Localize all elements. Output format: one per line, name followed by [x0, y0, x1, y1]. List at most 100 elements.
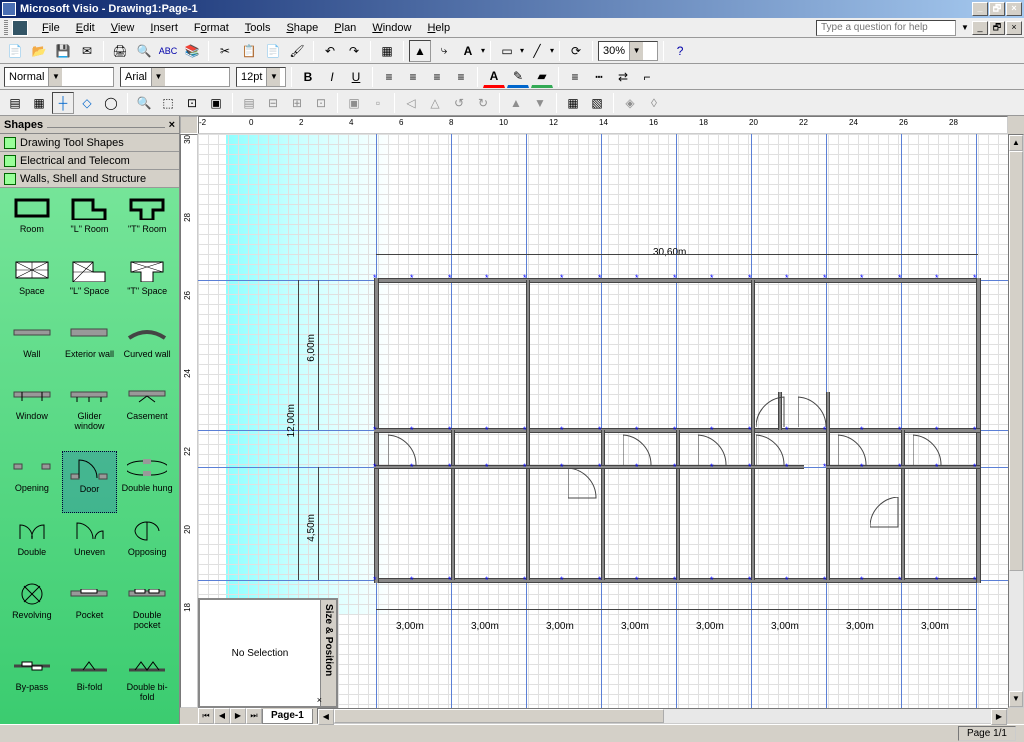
pointer-tool-button[interactable]: ▲ [409, 40, 431, 62]
shape-double-pocket[interactable]: Double pocket [119, 578, 175, 648]
misc1-button[interactable]: ◈ [619, 92, 641, 114]
ruler-button[interactable]: ▤ [4, 92, 26, 114]
shape-window[interactable]: Window [4, 379, 60, 449]
shape-by-pass[interactable]: By-pass [4, 650, 60, 720]
shape--t-space[interactable]: "T" Space [119, 254, 175, 314]
snap-button[interactable]: ⊡ [181, 92, 203, 114]
vscroll-thumb[interactable] [1009, 151, 1023, 571]
bold-button[interactable]: B [297, 66, 319, 88]
line-ends-button[interactable]: ⇄ [612, 66, 634, 88]
door-arc-4[interactable] [698, 430, 728, 466]
zoom-in-button[interactable]: 🔍 [133, 92, 155, 114]
door-arc-7[interactable] [798, 392, 828, 428]
ungroup-button[interactable]: ▫ [367, 92, 389, 114]
shape-space[interactable]: Space [4, 254, 60, 314]
align-center-button[interactable]: ≡ [402, 66, 424, 88]
wall-int-l7[interactable] [901, 430, 905, 580]
doc-icon[interactable] [12, 20, 28, 36]
font-combo[interactable]: Arial ▼ [120, 67, 230, 87]
tab-next-button[interactable]: ▶ [230, 708, 246, 724]
door-arc-6[interactable] [756, 392, 786, 428]
size-dropdown-icon[interactable]: ▼ [266, 68, 280, 86]
menu-edit[interactable]: Edit [68, 20, 103, 36]
guides-button[interactable]: ┼ [52, 92, 74, 114]
horizontal-scrollbar[interactable]: ◀ ▶ [317, 708, 1008, 724]
help-search-input[interactable] [816, 20, 956, 36]
door-arc-5[interactable] [756, 430, 786, 466]
rotate-right-button[interactable]: ↻ [472, 92, 494, 114]
send-back-button[interactable]: ▼ [529, 92, 551, 114]
size-combo[interactable]: 12pt ▼ [236, 67, 286, 87]
door-arc-1[interactable] [388, 430, 418, 466]
email-button[interactable]: ✉ [76, 40, 98, 62]
menu-tools[interactable]: Tools [237, 20, 279, 36]
shape-opposing[interactable]: Opposing [119, 515, 175, 575]
print-preview-button[interactable]: 🔍 [133, 40, 155, 62]
save-button[interactable]: 💾 [52, 40, 74, 62]
door-arc-8[interactable] [838, 430, 868, 466]
group-button[interactable]: ▣ [343, 92, 365, 114]
drawing-viewport[interactable]: ****************************************… [198, 134, 1008, 708]
bring-front-button[interactable]: ▲ [505, 92, 527, 114]
line-tool-button[interactable]: ╱ [526, 40, 548, 62]
door-arc-3[interactable] [623, 430, 653, 466]
shape--l-room[interactable]: "L" Room [62, 192, 118, 252]
cut-button[interactable]: ✂ [214, 40, 236, 62]
connector-tool-button[interactable]: ⤷ [433, 40, 455, 62]
restore-button[interactable]: 🗗 [989, 2, 1005, 16]
scroll-left-button[interactable]: ◀ [318, 709, 334, 725]
zoom-combo[interactable]: 30% ▼ [598, 41, 658, 61]
stencil-walls[interactable]: Walls, Shell and Structure [0, 170, 179, 188]
stencil-electrical[interactable]: Electrical and Telecom [0, 152, 179, 170]
doc-restore-button[interactable]: 🗗 [989, 21, 1005, 35]
wall-int-u2[interactable] [751, 280, 755, 430]
zoom-dropdown-icon[interactable]: ▼ [629, 42, 643, 60]
stencil-drawing-tools[interactable]: Drawing Tool Shapes [0, 134, 179, 152]
door-arc-2[interactable] [568, 468, 598, 504]
new-button[interactable]: 📄 [4, 40, 26, 62]
vertical-scrollbar[interactable]: ▲ ▼ [1008, 134, 1024, 708]
font-dropdown-icon[interactable]: ▼ [151, 68, 165, 86]
layer-button[interactable]: ▤ [238, 92, 260, 114]
flip-v-button[interactable]: △ [424, 92, 446, 114]
style-combo[interactable]: Normal ▼ [4, 67, 114, 87]
research-button[interactable]: 📚 [181, 40, 203, 62]
format-painter-button[interactable]: 🖌 [286, 40, 308, 62]
wall-int-l6[interactable] [826, 430, 830, 580]
ruler-corner[interactable] [180, 116, 198, 134]
size-position-title[interactable]: Size & Position [320, 600, 336, 706]
rectangle-dropdown[interactable]: ▾ [520, 46, 524, 55]
line-color-button[interactable]: ✎ [507, 66, 529, 88]
wall-int-l3[interactable] [601, 430, 605, 580]
shape-revolving[interactable]: Revolving [4, 578, 60, 648]
align-right-button[interactable]: ≡ [426, 66, 448, 88]
shapes-close-icon[interactable]: × [169, 119, 175, 131]
scroll-right-button[interactable]: ▶ [991, 709, 1007, 725]
shape-exterior-wall[interactable]: Exterior wall [62, 317, 118, 377]
shape-room[interactable]: Room [4, 192, 60, 252]
shape-double[interactable]: Double [4, 515, 60, 575]
menu-shape[interactable]: Shape [278, 20, 326, 36]
line-dropdown[interactable]: ▾ [550, 46, 554, 55]
menu-format[interactable]: Format [186, 20, 237, 36]
wall-int-l4[interactable] [676, 430, 680, 580]
shape-door[interactable]: Door [62, 451, 118, 513]
wall-int-l2[interactable] [526, 430, 530, 580]
open-button[interactable]: 📂 [28, 40, 50, 62]
menu-window[interactable]: Window [364, 20, 419, 36]
shape--l-space[interactable]: "L" Space [62, 254, 118, 314]
italic-button[interactable]: I [321, 66, 343, 88]
hscroll-thumb[interactable] [334, 709, 664, 723]
undo-button[interactable]: ↶ [319, 40, 341, 62]
tab-last-button[interactable]: ⏭ [246, 708, 262, 724]
doc-minimize-button[interactable]: _ [972, 21, 988, 35]
menu-plan[interactable]: Plan [326, 20, 364, 36]
align-justify-button[interactable]: ≡ [450, 66, 472, 88]
rotate-left-button[interactable]: ↺ [448, 92, 470, 114]
align-left-button[interactable]: ≡ [378, 66, 400, 88]
autoconnect-button[interactable]: ◯ [100, 92, 122, 114]
wall-int-l5[interactable] [751, 430, 755, 580]
shape-pocket[interactable]: Pocket [62, 578, 118, 648]
font-color-button[interactable]: A [483, 66, 505, 88]
redo-button[interactable]: ↷ [343, 40, 365, 62]
